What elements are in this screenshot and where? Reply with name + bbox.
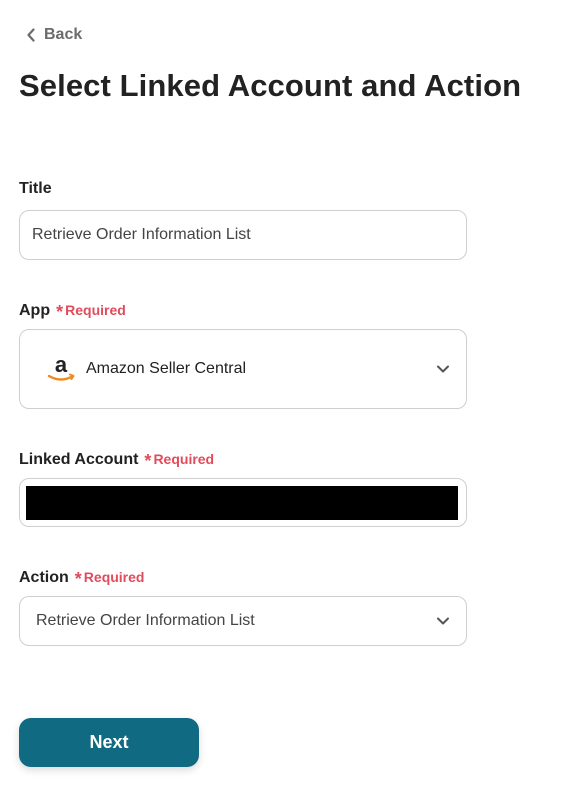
chevron-down-icon bbox=[437, 365, 449, 373]
linked-account-label-text: Linked Account bbox=[19, 451, 139, 468]
chevron-down-icon bbox=[437, 617, 449, 625]
required-label: Required bbox=[153, 451, 215, 467]
title-label-text: Title bbox=[19, 180, 52, 197]
asterisk-icon: * bbox=[74, 569, 82, 589]
page-title: Select Linked Account and Action bbox=[19, 68, 522, 103]
linked-account-select[interactable] bbox=[19, 478, 467, 527]
action-select[interactable]: Retrieve Order Information List bbox=[19, 596, 467, 646]
title-field[interactable] bbox=[19, 210, 467, 260]
linked-account-field-label: Linked Account * Required bbox=[19, 448, 215, 471]
title-input[interactable] bbox=[32, 226, 452, 244]
back-label: Back bbox=[44, 26, 83, 43]
required-indicator: * Required bbox=[56, 299, 126, 322]
required-label: Required bbox=[65, 302, 126, 318]
asterisk-icon: * bbox=[56, 302, 64, 322]
app-selected-value: Amazon Seller Central bbox=[86, 360, 247, 377]
redacted-account-value bbox=[26, 486, 458, 520]
action-field-label: Action * Required bbox=[19, 566, 145, 589]
next-button[interactable]: Next bbox=[19, 718, 199, 767]
chevron-left-icon bbox=[27, 28, 35, 42]
back-link[interactable]: Back bbox=[26, 26, 82, 44]
svg-text:a: a bbox=[55, 352, 68, 377]
app-label-text: App bbox=[19, 302, 51, 319]
amazon-logo-icon: a bbox=[44, 352, 78, 386]
app-select[interactable]: a Amazon Seller Central bbox=[19, 329, 467, 409]
action-label-text: Action bbox=[19, 569, 69, 586]
required-indicator: * Required bbox=[144, 448, 215, 471]
required-label: Required bbox=[83, 569, 145, 585]
app-field-label: App * Required bbox=[19, 299, 126, 322]
action-selected-value: Retrieve Order Information List bbox=[36, 612, 255, 629]
required-indicator: * Required bbox=[74, 566, 145, 589]
title-field-label: Title bbox=[19, 180, 52, 198]
asterisk-icon: * bbox=[144, 451, 152, 471]
